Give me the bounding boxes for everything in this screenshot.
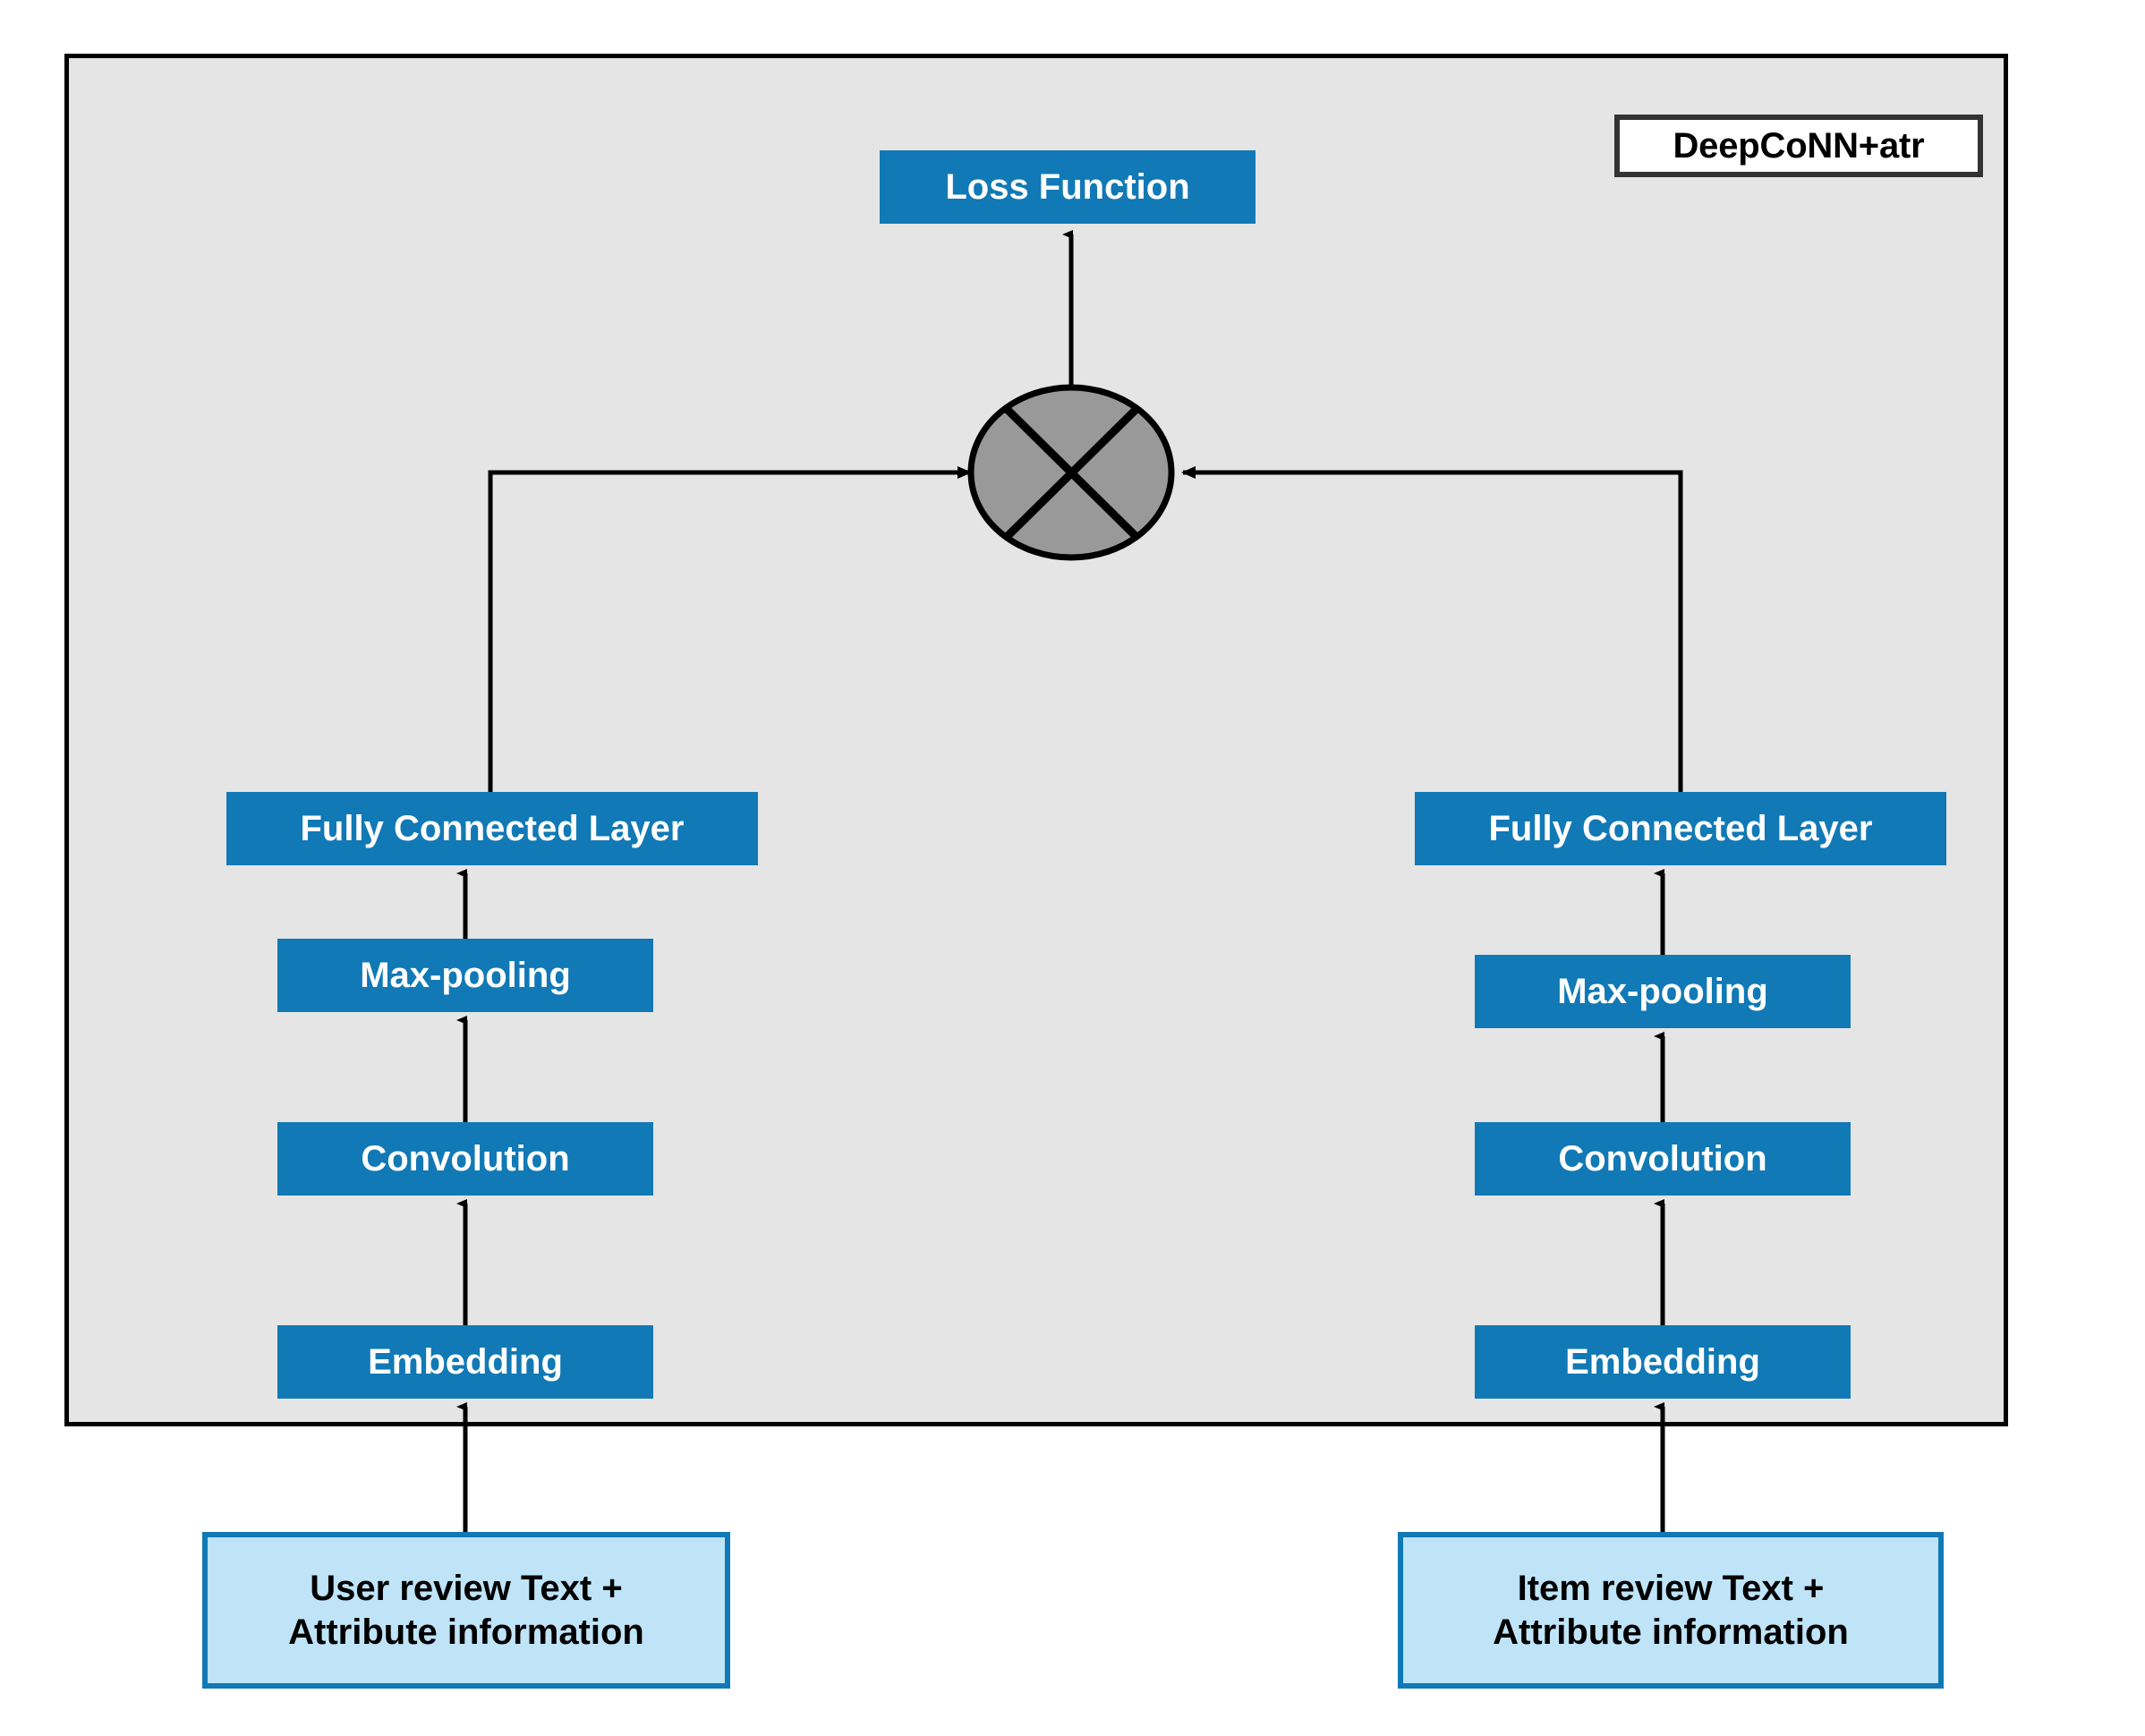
right-convolution-label: Convolution xyxy=(1558,1139,1767,1179)
left-fully-connected-layer-node: Fully Connected Layer xyxy=(226,792,758,865)
left-convolution-node: Convolution xyxy=(277,1122,653,1196)
right-input-node: Item review Text + Attribute information xyxy=(1398,1532,1944,1689)
diagram-canvas: DeepCoNN+atr Loss Function Fully Connect… xyxy=(0,0,2145,1736)
right-convolution-node: Convolution xyxy=(1475,1122,1851,1196)
model-panel xyxy=(64,54,2008,1426)
loss-function-node: Loss Function xyxy=(880,150,1256,224)
model-title-label: DeepCoNN+atr xyxy=(1673,125,1925,166)
right-fully-connected-layer-node: Fully Connected Layer xyxy=(1415,792,1946,865)
right-embedding-label: Embedding xyxy=(1565,1342,1760,1382)
left-convolution-label: Convolution xyxy=(361,1139,570,1179)
right-input-line-1: Item review Text + xyxy=(1517,1568,1825,1608)
model-title-box: DeepCoNN+atr xyxy=(1614,115,1983,177)
left-fully-connected-layer-label: Fully Connected Layer xyxy=(300,809,685,848)
right-embedding-node: Embedding xyxy=(1475,1325,1851,1399)
left-max-pooling-label: Max-pooling xyxy=(360,956,571,995)
left-input-node: User review Text + Attribute information xyxy=(202,1532,730,1689)
right-max-pooling-node: Max-pooling xyxy=(1475,955,1851,1028)
right-input-line-2: Attribute information xyxy=(1493,1612,1849,1652)
left-embedding-node: Embedding xyxy=(277,1325,653,1399)
left-input-line-1: User review Text + xyxy=(310,1568,623,1608)
left-input-line-2: Attribute information xyxy=(288,1612,644,1652)
right-fully-connected-layer-label: Fully Connected Layer xyxy=(1488,809,1873,848)
left-max-pooling-node: Max-pooling xyxy=(277,939,653,1012)
loss-function-label: Loss Function xyxy=(945,167,1190,207)
right-input-label: Item review Text + Attribute information xyxy=(1484,1567,1858,1655)
left-embedding-label: Embedding xyxy=(368,1342,563,1382)
left-input-label: User review Text + Attribute information xyxy=(279,1567,653,1655)
right-max-pooling-label: Max-pooling xyxy=(1557,972,1768,1011)
